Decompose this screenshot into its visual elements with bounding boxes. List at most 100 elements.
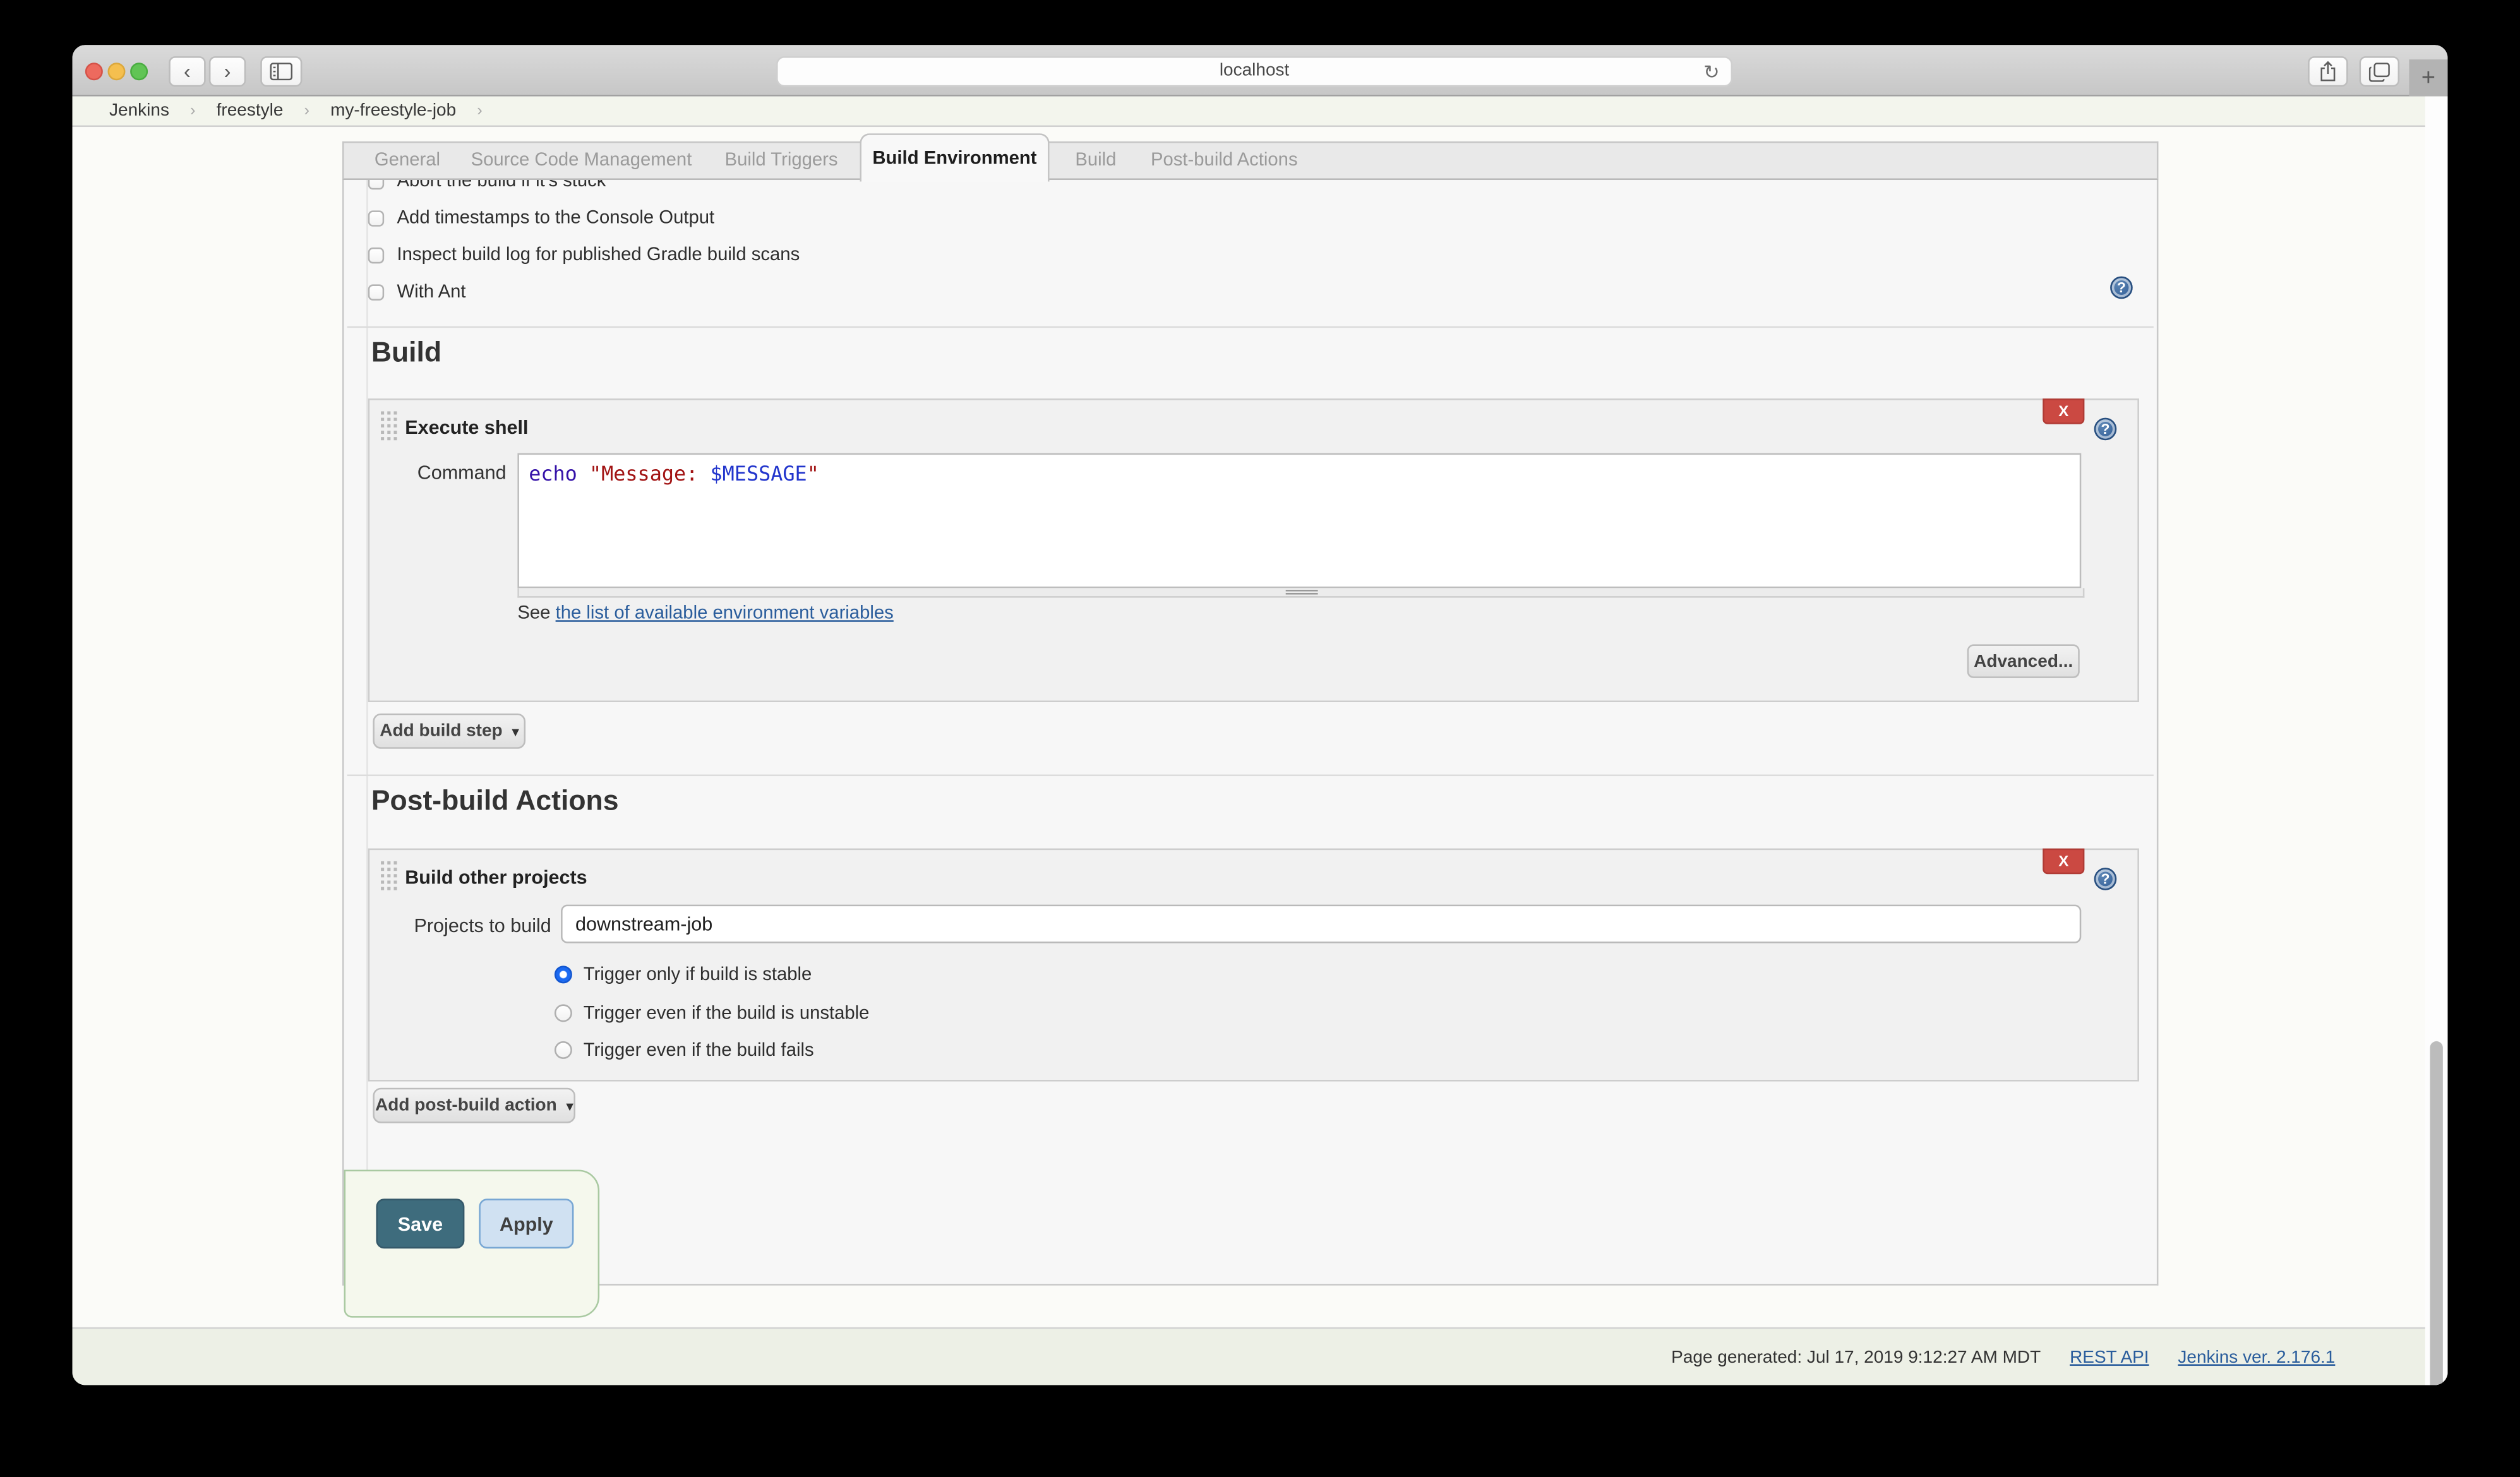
section-divider	[347, 775, 2154, 777]
page-generated-text: Page generated: Jul 17, 2019 9:12:27 AM …	[1671, 1348, 2041, 1367]
radio-row: Trigger only if build is stable	[555, 964, 812, 985]
help-icon[interactable]: ?	[2110, 277, 2133, 299]
back-button[interactable]: ‹	[169, 56, 206, 87]
share-button[interactable]	[2308, 56, 2348, 87]
command-editor[interactable]: echo "Message: $MESSAGE"	[517, 453, 2081, 589]
desktop: ‹ › localhost ↻	[0, 0, 2520, 1477]
tab-build-triggers[interactable]: Build Triggers	[725, 151, 838, 170]
help-icon[interactable]: ?	[2094, 868, 2117, 890]
projects-to-build-label: Projects to build	[369, 914, 551, 937]
execute-shell-block: Execute shell X ? Command echo "Message:…	[368, 398, 2139, 702]
checkbox-row: Add timestamps to the Console Output	[368, 203, 714, 235]
scrollbar-thumb[interactable]	[2430, 1041, 2443, 1385]
checkbox-label: Add timestamps to the Console Output	[397, 209, 715, 229]
tab-build[interactable]: Build	[1075, 151, 1116, 170]
tab-build-environment[interactable]: Build Environment	[860, 133, 1049, 181]
help-icon[interactable]: ?	[2094, 418, 2117, 441]
post-build-action-title: Build other projects	[405, 866, 587, 889]
new-tab-button[interactable]: +	[2409, 59, 2447, 97]
radio-label: Trigger even if the build is unstable	[584, 1003, 870, 1023]
delete-post-build-action-button[interactable]: X	[2043, 849, 2084, 875]
see-text: See	[517, 604, 555, 624]
code-token: echo	[529, 461, 577, 485]
breadcrumb: Jenkins › freestyle › my-freestyle-job ›	[73, 97, 2448, 127]
trigger-stable-radio[interactable]	[555, 966, 572, 983]
tab-overview-button[interactable]	[2360, 56, 2400, 87]
code-token: "Message:	[577, 461, 711, 485]
rest-api-link[interactable]: REST API	[2070, 1348, 2149, 1367]
question-mark: ?	[2101, 421, 2109, 437]
breadcrumb-my-freestyle-job[interactable]: my-freestyle-job	[330, 101, 456, 121]
checkbox-label: With Ant	[397, 283, 466, 302]
editor-resize-handle[interactable]	[517, 588, 2084, 597]
post-build-section-heading: Post-build Actions	[371, 784, 619, 818]
sidebar-icon	[270, 63, 293, 80]
drag-handle-icon[interactable]	[381, 411, 384, 414]
chevron-right-icon: ›	[304, 102, 309, 120]
build-section-heading: Build	[371, 336, 441, 369]
jenkins-version-link[interactable]: Jenkins ver. 2.176.1	[2178, 1348, 2335, 1367]
reload-icon[interactable]: ↻	[1703, 59, 1720, 87]
scrollbar-track[interactable]	[2425, 97, 2448, 1385]
plus-icon: +	[2421, 64, 2435, 92]
add-post-build-action-button[interactable]: Add post-build action ▾	[373, 1088, 575, 1123]
tab-post-build-actions[interactable]: Post-build Actions	[1151, 151, 1298, 170]
radio-row: Trigger even if the build fails	[555, 1039, 814, 1060]
add-build-step-button[interactable]: Add build step ▾	[373, 714, 525, 749]
save-button[interactable]: Save	[376, 1199, 464, 1248]
forward-button[interactable]: ›	[209, 56, 246, 87]
question-mark: ?	[2117, 280, 2126, 296]
chevron-down-icon: ▾	[567, 1098, 573, 1113]
zoom-window-button[interactable]	[130, 63, 148, 80]
abort-build-checkbox[interactable]	[368, 180, 384, 189]
chevron-right-icon: ›	[190, 102, 196, 120]
close-window-button[interactable]	[85, 63, 103, 80]
checkbox-label: Inspect build log for published Gradle b…	[397, 246, 800, 265]
apply-button[interactable]: Apply	[479, 1199, 573, 1248]
delete-build-step-button[interactable]: X	[2043, 398, 2084, 424]
address-bar[interactable]: localhost ↻	[776, 56, 1732, 87]
checkbox-row: With Ant	[368, 277, 466, 309]
build-other-projects-block: Build other projects X ? Projects to bui…	[368, 849, 2139, 1082]
advanced-button[interactable]: Advanced...	[1967, 644, 2080, 678]
add-build-step-label: Add build step	[380, 722, 502, 741]
add-post-build-action-label: Add post-build action	[375, 1096, 557, 1115]
back-icon: ‹	[184, 59, 191, 83]
add-timestamps-checkbox[interactable]	[368, 210, 384, 226]
drag-handle-icon[interactable]	[381, 861, 384, 864]
address-bar-url: localhost	[1220, 61, 1289, 81]
code-token: $MESSAGE	[710, 461, 807, 485]
build-step-title: Execute shell	[405, 416, 528, 439]
config-content: Abort the build if it's stuck Add timest…	[342, 180, 2158, 1286]
radio-label: Trigger even if the build fails	[584, 1041, 814, 1060]
checkbox-label: Abort the build if it's stuck	[397, 180, 606, 191]
trigger-unstable-radio[interactable]	[555, 1004, 572, 1022]
env-vars-link[interactable]: the list of available environment variab…	[556, 604, 894, 624]
save-actions-panel: Save Apply	[344, 1170, 600, 1318]
tab-source-code-management[interactable]: Source Code Management	[471, 151, 692, 170]
projects-to-build-input[interactable]	[561, 905, 2081, 943]
page-footer: Page generated: Jul 17, 2019 9:12:27 AM …	[73, 1327, 2448, 1385]
env-vars-hint: See the list of available environment va…	[517, 604, 893, 624]
checkbox-row: Inspect build log for published Gradle b…	[368, 239, 800, 272]
radio-label: Trigger only if build is stable	[584, 965, 812, 984]
section-divider	[347, 326, 2154, 328]
code-token: "	[807, 461, 819, 485]
minimize-window-button[interactable]	[107, 63, 125, 80]
command-label: Command	[369, 461, 506, 484]
breadcrumb-freestyle[interactable]: freestyle	[217, 101, 284, 121]
breadcrumb-jenkins[interactable]: Jenkins	[109, 101, 169, 121]
inspect-build-log-checkbox[interactable]	[368, 248, 384, 263]
radio-row: Trigger even if the build is unstable	[555, 1003, 870, 1024]
checkbox-row: Abort the build if it's stuck	[368, 180, 606, 198]
tabs-icon	[2369, 62, 2390, 81]
question-mark: ?	[2101, 871, 2109, 887]
chevron-right-icon: ›	[477, 102, 483, 120]
browser-toolbar: ‹ › localhost ↻	[73, 45, 2448, 96]
config-tab-bar: General Source Code Management Build Tri…	[342, 141, 2158, 180]
sidebar-toggle-button[interactable]	[260, 56, 302, 87]
with-ant-checkbox[interactable]	[368, 284, 384, 300]
trigger-fails-radio[interactable]	[555, 1041, 572, 1059]
tab-general[interactable]: General	[375, 151, 440, 170]
browser-window: ‹ › localhost ↻	[73, 45, 2448, 1385]
